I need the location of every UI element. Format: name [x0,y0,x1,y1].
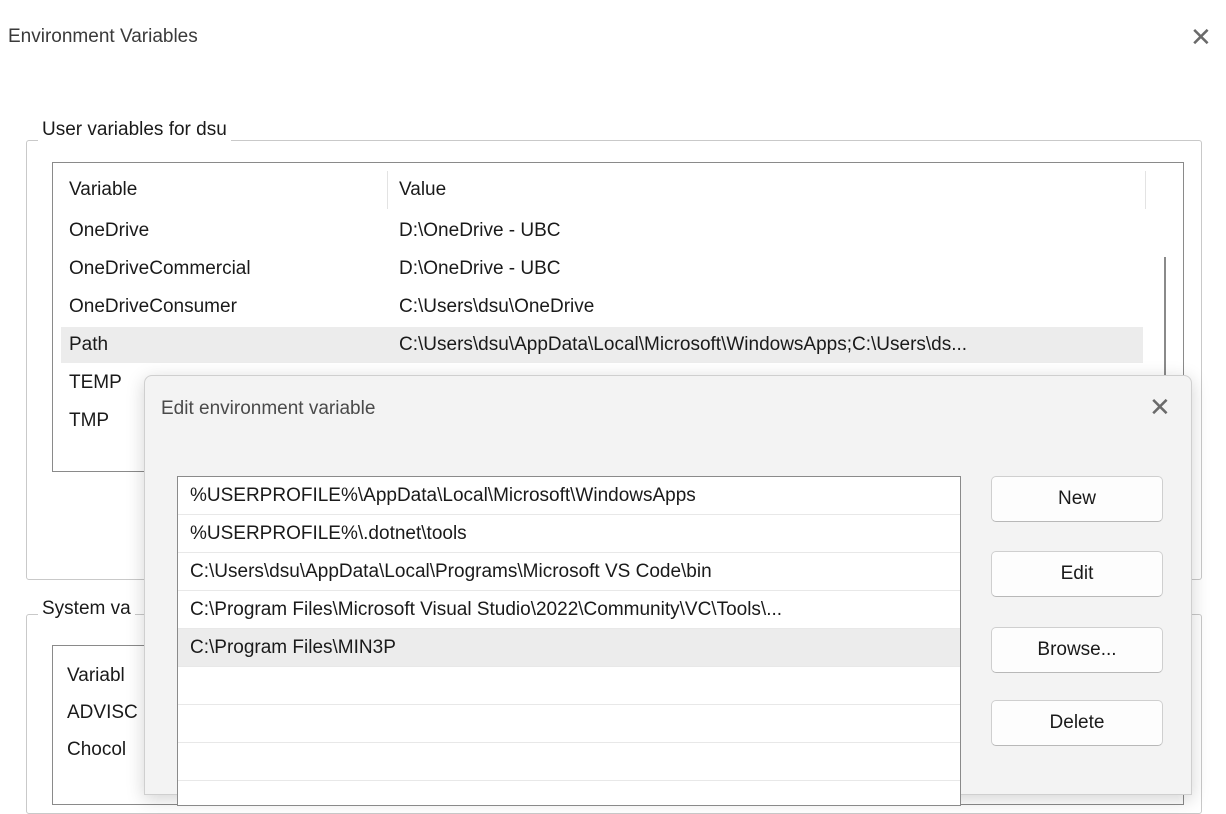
column-divider[interactable] [387,171,388,209]
path-entry-empty[interactable] [178,667,960,705]
system-variable-name[interactable]: ADVISC [67,695,138,731]
system-variables-legend: System va [38,598,135,620]
system-variable-name[interactable]: Chocol [67,732,126,768]
variable-name: Path [69,334,109,355]
edit-environment-variable-dialog: Edit environment variable ✕ %USERPROFILE… [144,375,1192,806]
path-entry[interactable]: %USERPROFILE%\AppData\Local\Microsoft\Wi… [178,477,960,515]
variable-value: D:\OneDrive - UBC [399,220,561,241]
user-variable-row[interactable]: OneDriveConsumer C:\Users\dsu\OneDrive [61,289,1143,325]
column-divider [1145,171,1146,209]
close-icon[interactable]: ✕ [1149,394,1171,420]
user-variable-row-selected[interactable]: Path C:\Users\dsu\AppData\Local\Microsof… [61,327,1143,363]
column-header-variable[interactable]: Variabl [67,658,125,694]
variable-name: OneDrive [69,220,150,241]
user-variable-row[interactable]: OneDrive D:\OneDrive - UBC [61,213,1143,249]
path-entry-selected[interactable]: C:\Program Files\MIN3P [178,629,960,667]
dialog-title: Edit environment variable [161,398,376,419]
variable-value: D:\OneDrive - UBC [399,258,561,279]
user-variables-header: Variable Value [61,171,1146,209]
browse-button[interactable]: Browse... [991,627,1163,673]
path-entry-empty[interactable] [178,705,960,743]
path-entry-empty[interactable] [178,743,960,781]
path-entries-list[interactable]: %USERPROFILE%\AppData\Local\Microsoft\Wi… [177,476,961,806]
user-variable-row[interactable]: OneDriveCommercial D:\OneDrive - UBC [61,251,1143,287]
new-button[interactable]: New [991,476,1163,522]
user-variables-legend: User variables for dsu [38,119,231,141]
close-icon[interactable]: ✕ [1190,24,1212,50]
path-entry[interactable]: %USERPROFILE%\.dotnet\tools [178,515,960,553]
variable-name: TEMP [69,372,122,393]
variable-value: C:\Users\dsu\OneDrive [399,296,595,317]
window-title: Environment Variables [8,26,198,47]
variable-name: TMP [69,410,110,431]
variable-name: OneDriveCommercial [69,258,251,279]
edit-button[interactable]: Edit [991,551,1163,597]
variable-name: OneDriveConsumer [69,296,237,317]
column-header-value[interactable]: Value [399,171,446,209]
path-entry[interactable]: C:\Program Files\Microsoft Visual Studio… [178,591,960,629]
variable-value: C:\Users\dsu\AppData\Local\Microsoft\Win… [399,334,968,355]
delete-button[interactable]: Delete [991,700,1163,746]
column-header-variable[interactable]: Variable [69,171,137,209]
path-entry[interactable]: C:\Users\dsu\AppData\Local\Programs\Micr… [178,553,960,591]
